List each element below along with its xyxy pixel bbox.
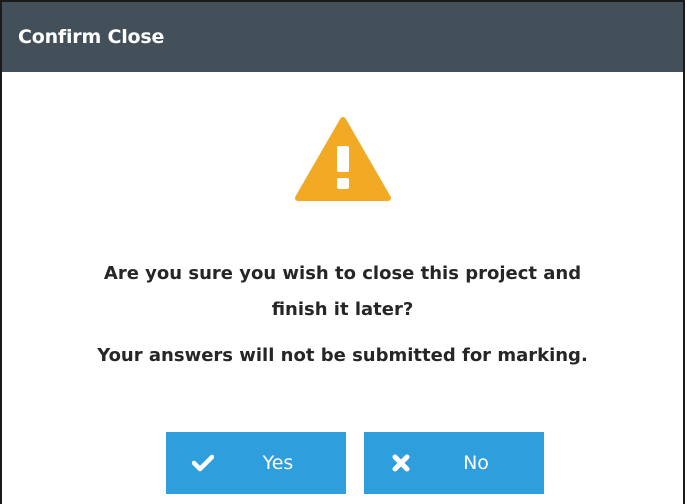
confirm-message-line2: finish it later?	[271, 299, 414, 320]
secondary-message: Your answers will not be submitted for m…	[97, 345, 588, 366]
confirm-message-line1: Are you sure you wish to close this proj…	[103, 263, 582, 284]
warning-icon-wrap	[2, 116, 683, 202]
yes-button-label: Yes	[262, 452, 294, 474]
yes-button[interactable]: Yes	[166, 432, 346, 494]
warning-icon	[294, 117, 391, 201]
no-button-label: No	[463, 452, 489, 474]
confirm-close-dialog: Confirm Close Are you sure you wish to c…	[0, 0, 685, 504]
dialog-title: Confirm Close	[18, 26, 165, 48]
no-button[interactable]: No	[364, 432, 544, 494]
confirm-message: Are you sure you wish to close this proj…	[2, 256, 683, 328]
dialog-titlebar: Confirm Close	[2, 2, 683, 72]
